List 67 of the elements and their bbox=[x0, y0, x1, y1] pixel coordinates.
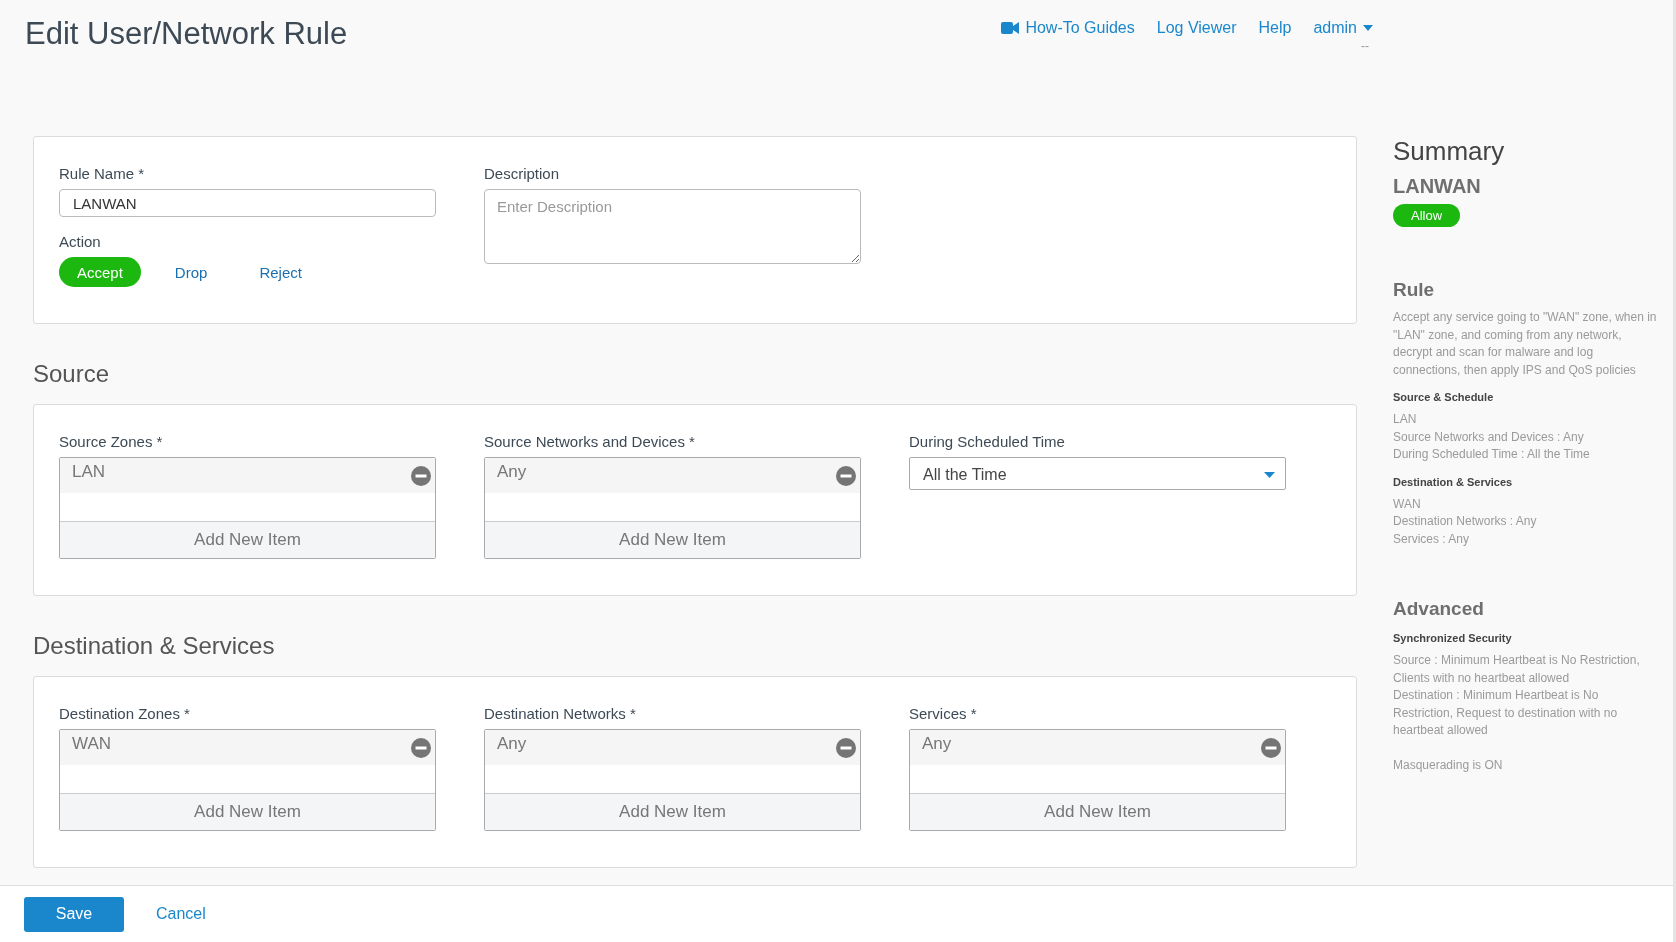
nav-link[interactable]: Help bbox=[1258, 19, 1292, 37]
cancel-link[interactable]: Cancel bbox=[156, 905, 206, 923]
action-option[interactable]: Accept bbox=[59, 257, 141, 287]
field-label: Action bbox=[59, 233, 102, 250]
field-label: Destination Networks * bbox=[484, 705, 637, 722]
add-item-button[interactable]: Add New Item bbox=[910, 793, 1285, 830]
description-field[interactable]: Enter Description bbox=[484, 189, 861, 264]
select-value: All the Time bbox=[923, 465, 1007, 484]
list-item[interactable]: Any bbox=[485, 730, 860, 765]
video-camera-icon bbox=[1001, 22, 1020, 34]
nav-link[interactable]: How-To Guides bbox=[1001, 19, 1135, 37]
summary-line: Services : Any bbox=[1393, 530, 1471, 548]
list-item[interactable]: Any bbox=[485, 458, 860, 493]
field-label: Source Zones * bbox=[59, 433, 164, 450]
field-label: Destination Zones * bbox=[59, 705, 191, 722]
summary-subheading: Source & Schedule bbox=[1393, 391, 1494, 403]
caret-icon bbox=[1264, 471, 1275, 478]
save-button[interactable]: Save bbox=[24, 896, 124, 932]
summary-note: Masquerading is ON bbox=[1393, 757, 1503, 772]
user-menu[interactable]: admin bbox=[1313, 19, 1373, 37]
action-badge: Allow bbox=[1393, 204, 1461, 227]
caret-icon bbox=[1363, 25, 1373, 31]
add-item-button[interactable]: Add New Item bbox=[60, 521, 435, 558]
field-label: Description bbox=[484, 165, 561, 182]
summary-heading: Advanced bbox=[1393, 598, 1484, 620]
field-label: Source Networks and Devices * bbox=[484, 433, 696, 450]
summary-line: During Scheduled Time : All the Time bbox=[1393, 446, 1590, 463]
item-text: Any bbox=[922, 734, 952, 754]
action-option[interactable]: Drop bbox=[156, 257, 226, 287]
nav-link[interactable]: Log Viewer bbox=[1156, 19, 1237, 37]
remove-icon bbox=[836, 738, 856, 758]
item-text: Any bbox=[497, 462, 527, 482]
page-title: Edit User/Network Rule bbox=[25, 16, 348, 52]
remove-icon bbox=[1261, 738, 1281, 758]
list-item[interactable]: LAN bbox=[60, 458, 435, 493]
section-heading: Destination & Services bbox=[33, 632, 276, 660]
summary-line: Destination Networks : Any bbox=[1393, 513, 1537, 530]
item-text: Any bbox=[497, 734, 527, 754]
action-option[interactable]: Reject bbox=[241, 257, 320, 287]
summary-subheading: Synchronized Security bbox=[1393, 632, 1512, 644]
summary-title: Summary bbox=[1393, 136, 1505, 167]
list-item[interactable]: Any bbox=[910, 730, 1285, 765]
summary-line: Source Networks and Devices : Any bbox=[1393, 428, 1585, 446]
summary-heading: Rule bbox=[1393, 279, 1435, 301]
summary-subheading: Destination & Services bbox=[1393, 475, 1513, 488]
summary-line: LAN bbox=[1393, 411, 1418, 428]
item-text: LAN bbox=[72, 462, 106, 482]
remove-icon bbox=[836, 466, 856, 486]
summary-line: Destination : Minimum Heartbeat is No Restriction, Request to destination with no heartbeat allowed bbox=[1393, 687, 1619, 739]
add-item-button[interactable]: Add New Item bbox=[60, 793, 435, 830]
field-label: Services * bbox=[909, 705, 978, 722]
field-label: During Scheduled Time bbox=[909, 433, 1066, 450]
schedule-dropdown[interactable]: All the Time bbox=[909, 457, 1286, 490]
section-heading: Source bbox=[33, 360, 111, 388]
user-subtitle: -- bbox=[1361, 39, 1369, 53]
remove-icon bbox=[411, 466, 431, 486]
add-item-button[interactable]: Add New Item bbox=[485, 793, 860, 830]
summary-rule-name: LANWAN bbox=[1393, 175, 1481, 198]
remove-icon bbox=[411, 738, 431, 758]
summary-line: Source : Minimum Heartbeat is No Restriction, Clients with no heartbeat allowed bbox=[1393, 652, 1641, 687]
add-item-button[interactable]: Add New Item bbox=[485, 521, 860, 558]
item-text: WAN bbox=[72, 734, 112, 754]
field-label: Rule Name * bbox=[59, 165, 146, 182]
rule-description: Accept any service going to "WAN" zone, when in "LAN" zone, and coming from any network, decrypt and scan for malware and log connections, then apply IPS and QoS policies bbox=[1393, 309, 1658, 379]
list-item[interactable]: WAN bbox=[60, 730, 435, 765]
rule-name-field[interactable]: LANWAN bbox=[59, 189, 436, 217]
summary-line: WAN bbox=[1393, 495, 1422, 513]
